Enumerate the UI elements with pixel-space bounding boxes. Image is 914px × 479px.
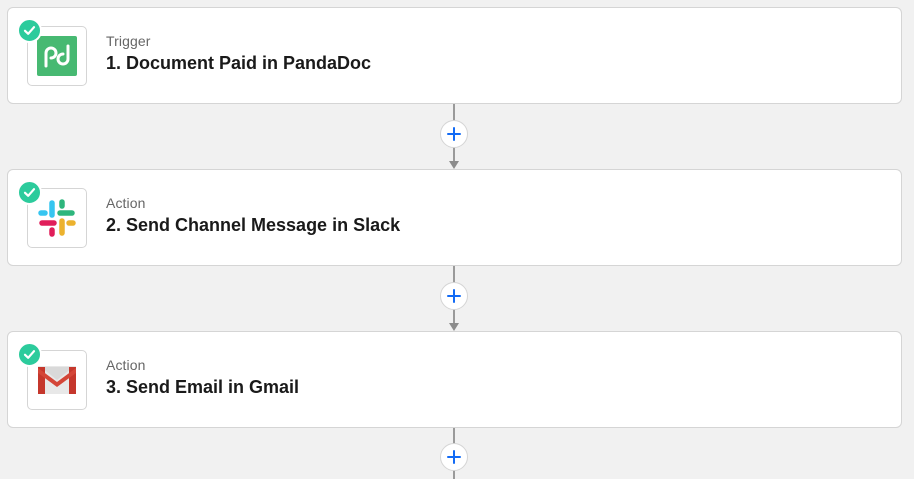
step-complete-check-icon <box>17 18 42 43</box>
slack-logo-icon <box>38 199 76 237</box>
add-step-button[interactable] <box>440 443 468 471</box>
step-complete-check-icon <box>17 342 42 367</box>
gmail-logo-icon <box>38 366 76 394</box>
pandadoc-logo-icon <box>37 36 77 76</box>
plus-icon <box>447 289 461 303</box>
workflow-step-action-gmail[interactable]: Action 3. Send Email in Gmail <box>7 331 902 428</box>
connector-arrow-icon <box>449 161 459 169</box>
workflow-step-action-slack[interactable]: Action 2. Send Channel Message in Slack <box>7 169 902 266</box>
step-title: 2. Send Channel Message in Slack <box>106 215 401 235</box>
plus-icon <box>447 450 461 464</box>
add-step-button[interactable] <box>440 282 468 310</box>
step-kind-label: Action <box>106 195 146 211</box>
plus-icon <box>447 127 461 141</box>
add-step-button[interactable] <box>440 120 468 148</box>
workflow-step-trigger[interactable]: Trigger 1. Document Paid in PandaDoc <box>7 7 902 104</box>
connector-arrow-icon <box>449 323 459 331</box>
step-title: 3. Send Email in Gmail <box>106 377 300 397</box>
step-title: 1. Document Paid in PandaDoc <box>106 53 372 73</box>
step-kind-label: Action <box>106 357 146 373</box>
step-complete-check-icon <box>17 180 42 205</box>
step-kind-label: Trigger <box>106 33 151 49</box>
